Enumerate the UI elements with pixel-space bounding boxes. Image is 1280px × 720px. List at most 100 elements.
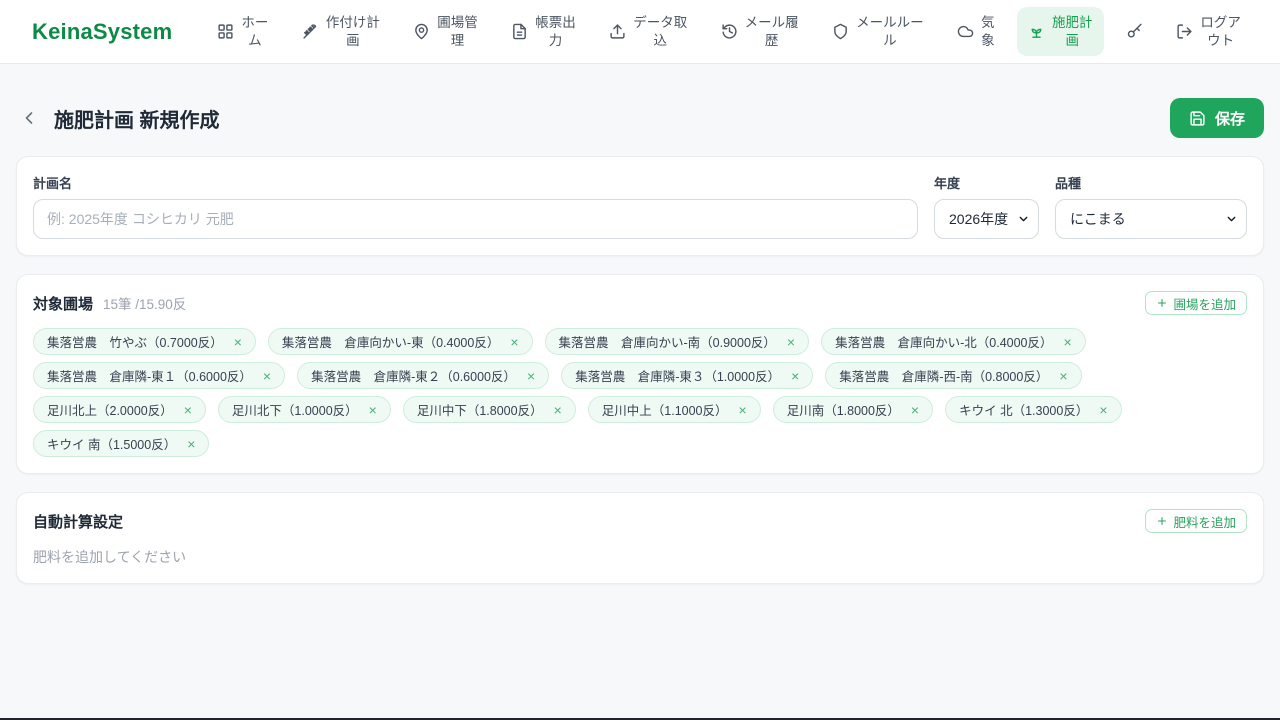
chevron-left-icon (19, 108, 39, 128)
field-tag-label: 集落営農 竹やぶ（0.7000反） (47, 336, 223, 350)
field-tag-label: 足川中下（1.8000反） (416, 404, 543, 418)
nav-item-label: データ取 込 (633, 14, 688, 48)
field-tag-label: 集落営農 倉庫隣-東１（0.6000反） (47, 370, 252, 384)
nav-item-field-management[interactable]: 圃場管 理 (402, 7, 489, 56)
field-tag: 足川中下（1.8000反） × (402, 396, 576, 423)
target-fields-card: 対象圃場 15筆 /15.90反 圃場を追加 集落営農 竹やぶ（0.7000反）… (16, 274, 1264, 474)
remove-tag-icon[interactable]: × (527, 369, 535, 383)
field-tag-label: 足川南（1.8000反） (786, 404, 900, 418)
remove-tag-icon[interactable]: × (187, 437, 195, 451)
logout-icon (1176, 23, 1193, 40)
nav-item-label: 帳票出 力 (535, 14, 576, 48)
grid-icon (217, 23, 234, 40)
save-button-label: 保存 (1214, 110, 1245, 128)
remove-tag-icon[interactable]: × (554, 403, 562, 417)
field-tag: 集落営農 倉庫向かい-南（0.9000反） × (544, 328, 810, 355)
year-label: 年度 (934, 176, 961, 191)
remove-tag-icon[interactable]: × (1099, 403, 1107, 417)
sprout-icon (1028, 23, 1045, 40)
page-title: 施肥計画 新規作成 (54, 109, 220, 132)
add-field-button[interactable]: 圃場を追加 (1145, 291, 1247, 315)
nav-item-mail-rules[interactable]: メールルー ル (821, 7, 935, 56)
cloud-icon (957, 23, 974, 40)
remove-tag-icon[interactable]: × (369, 403, 377, 417)
remove-tag-icon[interactable]: × (234, 335, 242, 349)
nav-item-report-output[interactable]: 帳票出 力 (500, 7, 587, 56)
remove-tag-icon[interactable]: × (184, 403, 192, 417)
remove-tag-icon[interactable]: × (791, 369, 799, 383)
field-tag-label: 集落営農 倉庫向かい-東（0.4000反） (281, 336, 500, 350)
field-tag-label: 集落営農 倉庫隣-西-南（0.8000反） (839, 370, 1049, 384)
plan-name-field: 計画名 (33, 173, 918, 239)
nav-item-label: 施肥計 画 (1052, 14, 1093, 48)
remove-tag-icon[interactable]: × (510, 335, 518, 349)
nav-item-logout[interactable]: ログア ウト (1165, 7, 1252, 56)
variety-label: 品種 (1055, 176, 1082, 191)
fertilizer-empty-message: 肥料を追加してください (33, 549, 187, 565)
field-tag: 集落営農 倉庫向かい-北（0.4000反） × (821, 328, 1086, 355)
map-pin-icon (413, 23, 430, 40)
nav-item-fertilization-plan[interactable]: 施肥計 画 (1017, 6, 1104, 57)
variety-field: 品種 にこまる (1055, 173, 1247, 239)
page-header: 施肥計画 新規作成 保存 (16, 98, 1264, 138)
field-tag: 集落営農 倉庫向かい-東（0.4000反） × (267, 328, 533, 355)
nav-item-key[interactable] (1115, 16, 1154, 47)
remove-tag-icon[interactable]: × (1064, 335, 1072, 349)
nav-item-cropping-plan[interactable]: 作付け計 画 (291, 7, 391, 56)
top-navigation: KeinaSystem ホー ム 作付け計 画 圃場管 理 帳票出 力 データ取 込 メー… (0, 0, 1280, 64)
add-fertilizer-button-label: 肥料を追加 (1173, 515, 1236, 530)
document-icon (511, 23, 528, 40)
nav-item-weather[interactable]: 気 象 (946, 7, 1006, 56)
field-tag-label: 足川北上（2.0000反） (47, 404, 173, 418)
back-button[interactable] (16, 105, 42, 131)
remove-tag-icon[interactable]: × (263, 369, 271, 383)
field-tag: 足川北下（1.0000反） × (217, 396, 391, 423)
field-tag-label: 集落営農 倉庫隣-東３（1.0000反） (575, 370, 781, 384)
add-fertilizer-button[interactable]: 肥料を追加 (1145, 509, 1247, 533)
field-tag: 集落営農 倉庫隣-東１（0.6000反） × (33, 362, 286, 389)
plus-icon (1156, 515, 1168, 527)
field-tag-label: 足川北下（1.0000反） (231, 404, 358, 418)
shield-icon (832, 23, 849, 40)
app-logo[interactable]: KeinaSystem (32, 19, 172, 45)
history-icon (721, 23, 738, 40)
field-tag: 足川南（1.8000反） × (772, 396, 934, 423)
field-tag-label: キウイ 南（1.5000反） (47, 438, 177, 452)
remove-tag-icon[interactable]: × (1059, 369, 1067, 383)
auto-calc-title: 自動計算設定 (33, 513, 124, 531)
field-tag: 集落営農 倉庫隣-東２（0.6000反） × (297, 362, 550, 389)
field-tag-label: 足川中上（1.1000反） (601, 404, 728, 418)
field-tag: 集落営農 倉庫隣-東３（1.0000反） × (561, 362, 814, 389)
field-tag: 集落営農 竹やぶ（0.7000反） × (33, 328, 256, 355)
add-field-button-label: 圃場を追加 (1173, 297, 1236, 312)
upload-icon (609, 23, 626, 40)
year-select[interactable]: 2026年度 (934, 199, 1039, 239)
nav-items: ホー ム 作付け計 画 圃場管 理 帳票出 力 データ取 込 メール履 歴 メールルー ル 気… (206, 6, 1252, 57)
field-tag-label: キウイ 北（1.3000反） (959, 404, 1089, 418)
plan-info-card: 計画名 年度 2026年度 品種 にこまる (16, 156, 1264, 256)
wheat-icon (302, 23, 319, 40)
nav-item-label: メールルー ル (856, 14, 924, 48)
key-icon (1126, 23, 1143, 40)
nav-item-label: 圃場管 理 (437, 14, 478, 48)
field-tag-label: 集落営農 倉庫向かい-北（0.4000反） (835, 336, 1053, 350)
field-tag: 足川中上（1.1000反） × (587, 396, 761, 423)
year-field: 年度 2026年度 (934, 173, 1039, 239)
plan-name-label: 計画名 (33, 176, 73, 191)
field-tag-label: 集落営農 倉庫向かい-南（0.9000反） (558, 336, 776, 350)
remove-tag-icon[interactable]: × (739, 403, 747, 417)
remove-tag-icon[interactable]: × (787, 335, 795, 349)
remove-tag-icon[interactable]: × (911, 403, 919, 417)
plan-name-input[interactable] (33, 199, 918, 239)
field-tag: キウイ 北（1.3000反） × (945, 396, 1122, 423)
save-button[interactable]: 保存 (1169, 98, 1264, 138)
field-tag: 集落営農 倉庫隣-西-南（0.8000反） × (825, 362, 1082, 389)
nav-item-data-import[interactable]: データ取 込 (598, 7, 698, 56)
field-tag: キウイ 南（1.5000反） × (33, 430, 210, 457)
save-icon (1189, 110, 1206, 127)
plus-icon (1156, 297, 1168, 309)
field-tag-list: 集落営農 竹やぶ（0.7000反） × 集落営農 倉庫向かい-東（0.4000反） ×… (33, 328, 1247, 457)
nav-item-home[interactable]: ホー ム (206, 7, 279, 56)
nav-item-mail-history[interactable]: メール履 歴 (710, 7, 810, 56)
variety-select[interactable]: にこまる (1055, 199, 1247, 239)
